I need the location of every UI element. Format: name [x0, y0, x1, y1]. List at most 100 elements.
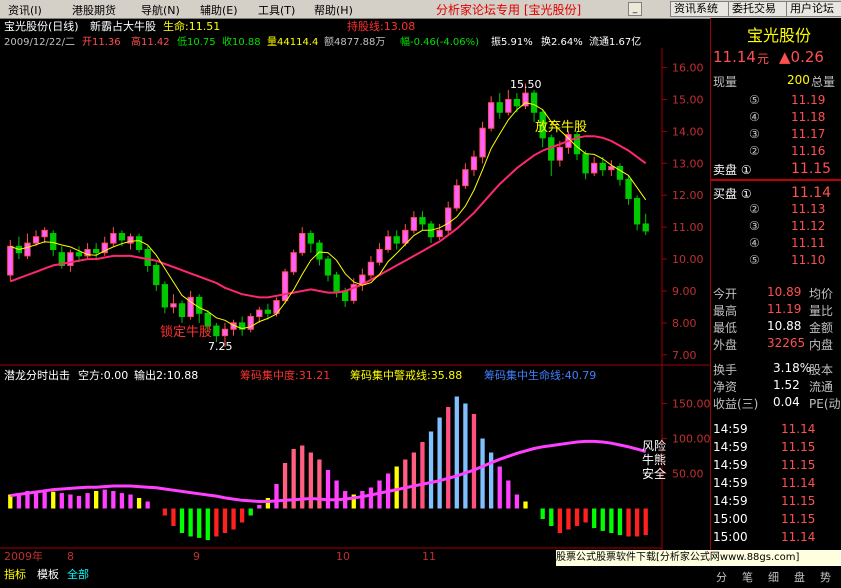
candle-body	[376, 248, 383, 263]
candle-body	[256, 309, 263, 318]
candle-body	[213, 325, 220, 337]
sub-tick-label: 150.00	[672, 398, 710, 411]
price-tick-label: 9.00	[672, 285, 697, 298]
candle-body	[436, 229, 443, 238]
tick-price: 11.14	[781, 476, 816, 490]
stat-value: 11.19	[767, 302, 802, 316]
menu-item-tools[interactable]: 工具(T)	[258, 2, 295, 18]
candle-body	[505, 98, 512, 113]
buy-level-price: 11.11	[791, 236, 826, 250]
info-system-button[interactable]: 资讯系统	[670, 1, 730, 17]
menu-item-navigate[interactable]: 导航(N)	[141, 2, 180, 18]
panel-tab[interactable]: 分	[716, 569, 727, 585]
indicator-name: 新霸占大牛股	[90, 19, 156, 33]
current-price: 11.14	[713, 48, 756, 66]
quote-row: 买盘 ① 11.14	[711, 184, 841, 201]
kline-chart[interactable]: 宝光股份(日线) 新霸占大牛股 生命:11.51 持股线:13.08 2009/…	[0, 18, 710, 564]
stat-value: 32265	[767, 336, 806, 350]
candle-body	[333, 274, 340, 292]
candle-body	[281, 271, 289, 302]
candle-body	[608, 166, 615, 171]
hold-line-label: 持股线:13.08	[347, 19, 415, 33]
candle-body	[170, 303, 177, 308]
fin-value: 0.04	[773, 395, 800, 409]
candle-body	[445, 207, 452, 231]
quote-close: 收10.88	[222, 35, 261, 48]
date-year: 2009年	[4, 549, 43, 563]
date-month-8: 8	[67, 550, 74, 563]
candle-body	[264, 309, 272, 314]
status-bar: 指标 模板 全部 股票公式股票软件下载[分析家公式网www.88gs.com] …	[0, 550, 841, 588]
ad-banner[interactable]: 股票公式股票软件下载[分析家公式网www.88gs.com]	[556, 550, 841, 566]
sell-level-price: 11.15	[791, 161, 832, 177]
candle-body	[625, 178, 632, 199]
menu-bar: 资讯(I) 港股期货 导航(N) 辅助(E) 工具(T) 帮助(H) 分析家论坛…	[0, 0, 841, 19]
quote-row: 最高 11.19 量比	[711, 301, 841, 318]
candle-body	[479, 127, 486, 158]
stat-label2: 量比	[809, 304, 834, 318]
candle-body	[178, 303, 186, 318]
quote-amount: 额4877.88万	[324, 35, 385, 48]
tab-all[interactable]: 全部	[67, 566, 89, 582]
quote-row: 14:59 11.15	[711, 457, 841, 474]
price-axis: 16.00 15.00 14.00 13.00 12.00 11.00 10.00 9.00 8…	[662, 62, 704, 362]
tick-price: 11.14	[781, 530, 816, 544]
menu-item-hk-futures[interactable]: 港股期货	[72, 2, 116, 18]
quote-row: ③ 11.17	[711, 126, 841, 143]
panel-tab[interactable]: 细	[768, 569, 779, 585]
candle-body	[196, 296, 203, 314]
menu-item-help[interactable]: 帮助(H)	[314, 2, 353, 18]
menu-item-assist[interactable]: 辅助(E)	[200, 2, 238, 18]
candle-body	[32, 236, 40, 244]
sell-signal-text: 放弃牛股	[535, 120, 587, 135]
safe-label: 安全	[642, 466, 666, 481]
stat-label2: 金额	[809, 321, 834, 335]
date-month-9: 9	[193, 550, 200, 563]
price-tick-label: 14.00	[672, 125, 704, 138]
panel-tab[interactable]: 盘	[794, 569, 805, 585]
quote-date: 2009/12/22/二	[4, 37, 75, 48]
price-tick-label: 16.00	[672, 62, 704, 75]
stat-value: 10.88	[767, 319, 802, 333]
minimize-icon[interactable]: _	[628, 2, 642, 16]
fin-label2: 股本	[809, 363, 834, 377]
candle-body	[41, 229, 48, 238]
stat-label: 今开	[713, 287, 738, 301]
price-change: ▲0.26	[779, 48, 824, 66]
sell-level-label: ②	[749, 144, 760, 158]
tab-template[interactable]: 模板	[37, 566, 59, 582]
tick-time: 14:59	[713, 494, 748, 508]
quote-row: ④ 11.18	[711, 109, 841, 126]
quote-row: 最低 10.88 金额	[711, 318, 841, 335]
quote-row: 换手 3.18% 股本	[711, 360, 841, 377]
volume-label: 现量	[713, 75, 738, 89]
fin-label: 净资	[713, 380, 738, 394]
quote-row: 卖盘 ① 11.15	[711, 160, 841, 177]
sub-output-value: 输出2:10.88	[134, 368, 198, 382]
forum-button[interactable]: 用户论坛	[786, 1, 841, 17]
stat-label: 外盘	[713, 338, 738, 352]
quote-row: 收益(三) 0.04 PE(动)	[711, 394, 841, 411]
price-tick-label: 10.00	[672, 253, 704, 266]
volume-value: 200	[787, 73, 810, 87]
trade-button[interactable]: 委托交易	[728, 1, 788, 17]
stat-label: 最低	[713, 321, 738, 335]
candle-body	[144, 248, 151, 266]
window-title: 分析家论坛专用 [宝光股份]	[436, 3, 582, 17]
quote-row: ④ 11.11	[711, 235, 841, 252]
quote-panel: 宝光股份 11.14 元 ▲0.26 现量 200 总量 ⑤ 11.19 ④ 11.1…	[710, 18, 841, 564]
quote-row: ⑤ 11.10	[711, 252, 841, 269]
tab-indicator[interactable]: 指标	[4, 566, 26, 582]
price-tick-label: 11.00	[672, 221, 704, 234]
price-tick-label: 8.00	[672, 317, 697, 330]
fin-label: 收益(三)	[713, 397, 759, 411]
panel-tab[interactable]: 笔	[742, 569, 753, 585]
candle-body	[50, 233, 57, 250]
candle-body	[470, 156, 478, 171]
candle-body	[367, 261, 375, 276]
quote-row: 14:59 11.15	[711, 493, 841, 510]
candle-body	[591, 162, 598, 174]
candle-body	[582, 153, 589, 174]
panel-tab[interactable]: 势	[820, 569, 831, 585]
menu-item-info[interactable]: 资讯(I)	[8, 2, 42, 18]
